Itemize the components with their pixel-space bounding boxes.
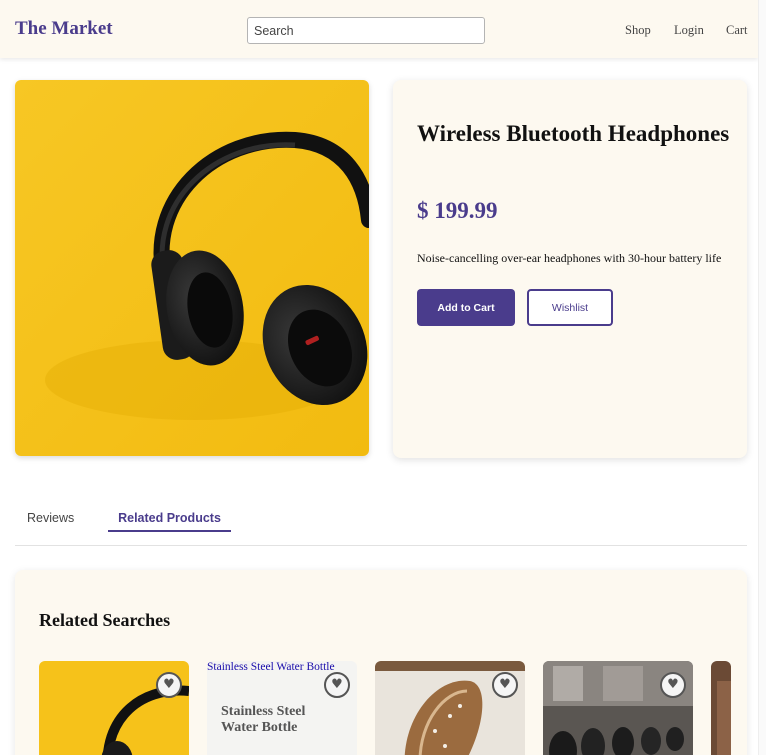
headphones-photo-icon [15, 80, 369, 456]
related-card[interactable]: ♥ [39, 661, 189, 755]
product-price: $ 199.99 [417, 198, 498, 223]
tab-divider [15, 545, 747, 546]
product-image [15, 80, 369, 456]
product-description: Noise-cancelling over-ear headphones wit… [417, 251, 722, 265]
related-card[interactable] [711, 661, 731, 755]
brand-logo[interactable]: The Market [15, 18, 113, 40]
wishlist-button[interactable]: Wishlist [527, 289, 613, 326]
nav-cart[interactable]: Cart [726, 23, 748, 38]
related-card[interactable]: ♥ [543, 661, 693, 755]
page-scrollbar[interactable] [758, 0, 766, 755]
active-tab-indicator [108, 530, 231, 532]
related-card[interactable]: Stainless Steel Water Bottle Stainless S… [207, 661, 357, 755]
top-header: The Market Shop Login Cart [0, 0, 758, 58]
favorite-heart-icon[interactable]: ♥ [492, 672, 518, 698]
related-card[interactable]: ♥ [375, 661, 525, 755]
related-searches-section: Related Searches ♥ Stainless Steel Water… [15, 570, 747, 755]
favorite-heart-icon[interactable]: ♥ [156, 672, 182, 698]
partial-product-photo-icon [711, 661, 731, 755]
favorite-heart-icon[interactable]: ♥ [660, 672, 686, 698]
related-card-name: Stainless Steel Water Bottle [221, 704, 306, 735]
product-title: Wireless Bluetooth Headphones [417, 121, 730, 146]
add-to-cart-button[interactable]: Add to Cart [417, 289, 515, 326]
search-input[interactable] [247, 17, 485, 44]
related-searches-title: Related Searches [39, 610, 171, 630]
tab-reviews[interactable]: Reviews [27, 511, 74, 525]
tab-related-products[interactable]: Related Products [108, 511, 231, 525]
product-info-card: Wireless Bluetooth Headphones $ 199.99 N… [393, 80, 747, 458]
nav-shop[interactable]: Shop [625, 23, 651, 38]
nav-login[interactable]: Login [674, 23, 704, 38]
favorite-heart-icon[interactable]: ♥ [324, 672, 350, 698]
